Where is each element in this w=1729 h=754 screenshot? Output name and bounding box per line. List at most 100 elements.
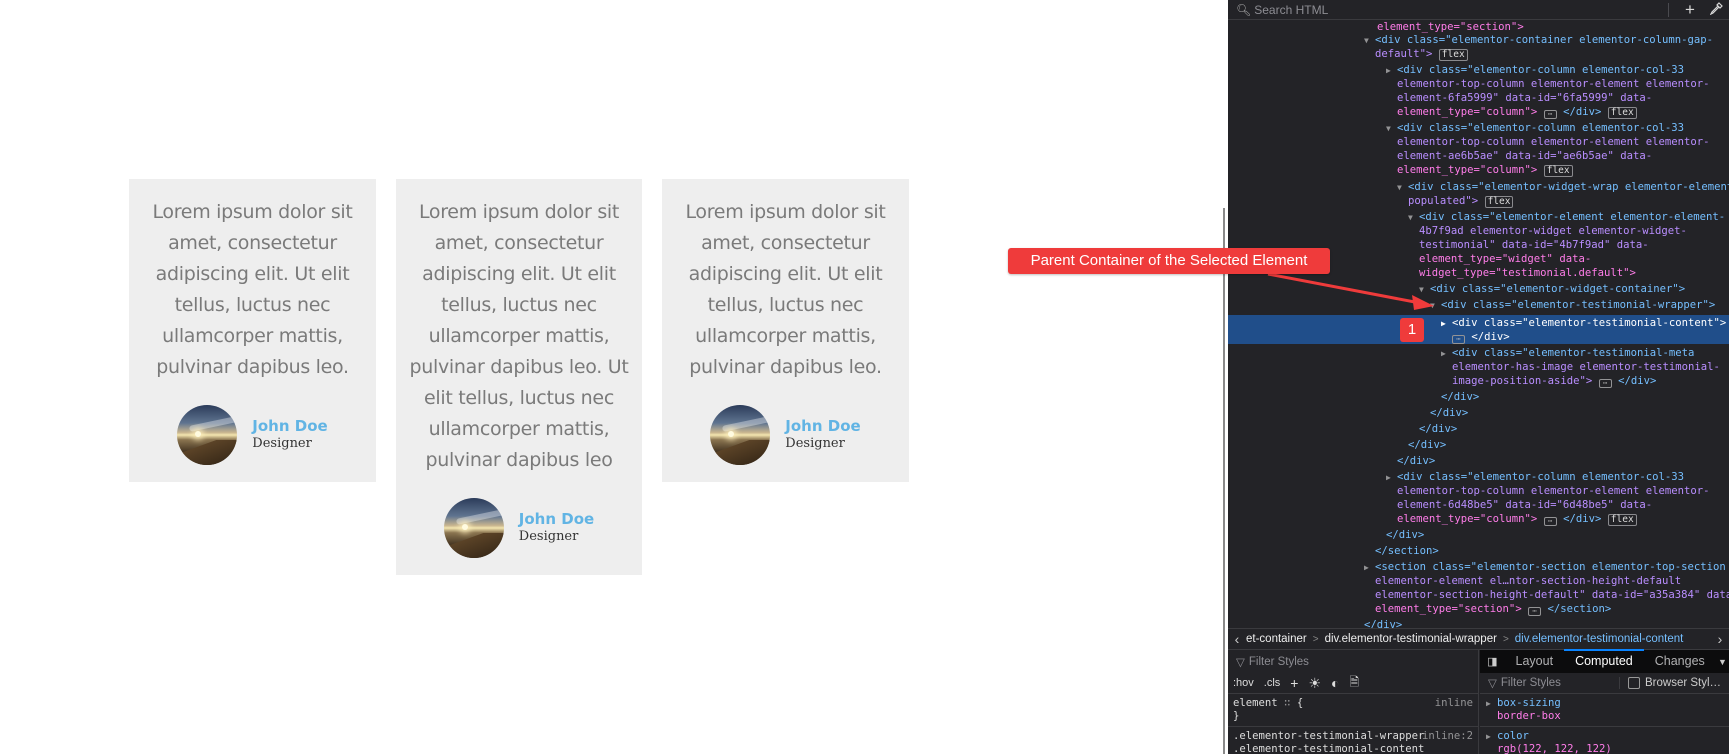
breadcrumb-item-current[interactable]: div.elementor-testimonial-content (1515, 633, 1684, 645)
tree-line: </div> (1397, 455, 1436, 467)
tree-line: elementor-element el…ntor-section-height… (1375, 575, 1682, 587)
tree-line: element_type="column"> ⋯ </div> flex (1397, 105, 1637, 120)
web-page-viewport: Lorem ipsum dolor sit amet, consectetur … (0, 0, 1225, 754)
rule-source[interactable]: inline:2 (1422, 730, 1473, 743)
tree-line: element_type="column"> ⋯ </div> flex (1397, 512, 1637, 527)
more-tabs-dropdown-icon[interactable]: ▼ (1716, 657, 1729, 667)
tree-line: widget_type="testimonial.default"> (1419, 267, 1636, 279)
devtools-panel: 🔍︎ + element_type="section"> ▼<div class… (1228, 0, 1729, 754)
flex-badge[interactable]: flex (1484, 196, 1514, 208)
avatar-image (443, 498, 504, 558)
breadcrumb: ‹ et-container > div.elementor-testimoni… (1228, 628, 1729, 650)
toggle-sidebar-icon[interactable]: ◨ (1480, 655, 1505, 668)
class-toggle[interactable]: .cls (1264, 677, 1281, 689)
testimonial-job-title: Designer (518, 529, 579, 544)
collapsed-triangle-icon[interactable]: ▶ (1441, 347, 1452, 362)
computed-filter[interactable]: ▽ Filter Styles Browser Styl… (1480, 673, 1729, 694)
css-rule-element[interactable]: element ∷ { inline } (1228, 694, 1478, 727)
testimonial-job-title: Designer (785, 436, 845, 451)
css-rule[interactable]: .elementor-testimonial-wrapper inline:2 … (1228, 727, 1478, 754)
page-scrollbar[interactable] (1223, 208, 1225, 754)
flex-badge[interactable]: flex (1607, 107, 1637, 119)
collapsed-triangle-icon[interactable]: ▶ (1364, 561, 1375, 576)
testimonial-meta: John Doe Designer (408, 498, 630, 558)
tree-line: populated"> flex (1408, 194, 1514, 209)
testimonial-card: Lorem ipsum dolor sit amet, consectetur … (129, 179, 376, 482)
expand-triangle-icon[interactable]: ▶ (1486, 697, 1497, 710)
search-html-input[interactable] (1254, 2, 1595, 17)
sidebar-tabs: ◨ Layout Computed Changes ▼ (1480, 649, 1729, 673)
expanded-triangle-icon[interactable]: ▼ (1430, 299, 1441, 314)
html-search-bar: 🔍︎ + (1228, 0, 1729, 20)
computed-property[interactable]: ▶ color rgb(122, 122, 122) (1480, 727, 1729, 754)
breadcrumb-scroll-left-icon[interactable]: ‹ (1228, 631, 1246, 647)
tree-line: elementor-top-column elementor-element e… (1397, 136, 1710, 148)
tree-line: element_type="section"> ⋯ </section> (1375, 603, 1612, 616)
tab-layout[interactable]: Layout (1505, 650, 1565, 673)
rule-source[interactable]: inline (1435, 697, 1473, 710)
add-rule-icon[interactable]: + (1290, 675, 1298, 691)
filter-icon: ▽ (1488, 678, 1497, 690)
testimonial-name: John Doe (785, 417, 861, 435)
tree-line: elementor-has-image elementor-testimonia… (1452, 361, 1720, 373)
tree-line: elementor-section-height-default" data-i… (1375, 589, 1729, 601)
rules-filter[interactable]: ▽ Filter Styles (1228, 650, 1478, 673)
browser-styles-checkbox[interactable] (1628, 677, 1640, 689)
tree-line: elementor-top-column elementor-element e… (1397, 485, 1710, 497)
breadcrumb-item[interactable]: div.elementor-testimonial-wrapper (1325, 633, 1497, 645)
breadcrumb-item[interactable]: et-container (1246, 633, 1307, 645)
rules-toolbar: :hov .cls + ☀ ◐ 🗎︎ (1228, 673, 1478, 694)
ellipsis-badge[interactable]: ⋯ (1543, 517, 1557, 526)
tree-line: image-position-aside"> ⋯ </div> (1452, 375, 1657, 388)
avatar-image (710, 405, 771, 465)
expanded-triangle-icon[interactable]: ▼ (1364, 34, 1375, 49)
expanded-triangle-icon[interactable]: ▼ (1408, 211, 1419, 226)
flex-badge[interactable]: flex (1543, 165, 1573, 177)
flex-badge[interactable]: flex (1438, 49, 1468, 61)
expand-triangle-icon[interactable]: ▶ (1486, 730, 1497, 743)
tree-line: </div> (1408, 439, 1447, 451)
ellipsis-badge[interactable]: ⋯ (1543, 110, 1557, 119)
search-icon: 🔍︎ (1236, 2, 1252, 17)
eyedropper-icon[interactable] (1703, 0, 1729, 20)
print-media-icon[interactable]: 🗎︎ (1350, 673, 1360, 694)
computed-property[interactable]: ▶ box-sizing border-box (1480, 694, 1729, 727)
tree-line: </div> (1386, 529, 1425, 541)
collapsed-triangle-icon[interactable]: ▶ (1386, 64, 1397, 79)
tree-node-testimonial-wrapper[interactable]: ▼ <div class="elementor-testimonial-wrapp… (1430, 298, 1715, 314)
expanded-triangle-icon[interactable]: ▼ (1397, 181, 1408, 196)
tree-line: elementor-top-column elementor-element e… (1397, 78, 1710, 90)
testimonial-quote: Lorem ipsum dolor sit amet, consectetur … (685, 201, 886, 378)
tab-changes[interactable]: Changes (1644, 650, 1716, 673)
flex-badge[interactable]: flex (1607, 514, 1637, 526)
breadcrumb-separator-icon: > (1312, 633, 1319, 645)
dark-mode-icon[interactable]: ◐ (1331, 675, 1339, 691)
expanded-triangle-icon[interactable]: ▼ (1419, 283, 1430, 298)
ellipsis-badge[interactable]: ⋯ (1452, 335, 1465, 344)
dom-tree[interactable]: element_type="section"> ▼ <div class="ele… (1228, 20, 1729, 628)
hover-state-toggle[interactable]: :hov (1233, 677, 1254, 689)
filter-icon: ▽ (1236, 656, 1245, 669)
ellipsis-badge[interactable]: ⋯ (1598, 379, 1612, 388)
avatar-image (177, 405, 238, 465)
ellipsis-badge[interactable]: ⋯ (1528, 607, 1542, 616)
breadcrumb-scroll-right-icon[interactable]: › (1711, 631, 1729, 647)
step-number-badge: 1 (1400, 318, 1424, 342)
tree-line: default"> flex (1375, 47, 1468, 62)
tab-computed[interactable]: Computed (1564, 649, 1644, 673)
collapsed-triangle-icon[interactable]: ▶ (1386, 471, 1397, 486)
testimonial-quote: Lorem ipsum dolor sit amet, consectetur … (409, 201, 629, 471)
tree-line: ⋯ </div> (1452, 330, 1510, 345)
add-node-icon[interactable]: + (1677, 0, 1703, 20)
breadcrumb-separator-icon: > (1502, 633, 1509, 645)
collapsed-triangle-icon[interactable]: ▶ (1441, 317, 1452, 332)
light-mode-icon[interactable]: ☀ (1308, 675, 1321, 692)
testimonial-meta: John Doe Designer (141, 405, 364, 465)
tree-line: element-6fa5999" data-id="6fa5999" data- (1397, 92, 1653, 104)
testimonial-name: John Doe (518, 510, 595, 528)
tree-node-widget-container[interactable]: ▼ <div class="elementor-widget-container"… (1419, 282, 1685, 298)
expanded-triangle-icon[interactable]: ▼ (1386, 122, 1397, 137)
tree-line: </div> (1419, 423, 1458, 435)
browser-styles-toggle[interactable]: Browser Styl… (1619, 677, 1729, 689)
computed-sidebar: ◨ Layout Computed Changes ▼ ▽ Filter Sty… (1480, 649, 1729, 754)
